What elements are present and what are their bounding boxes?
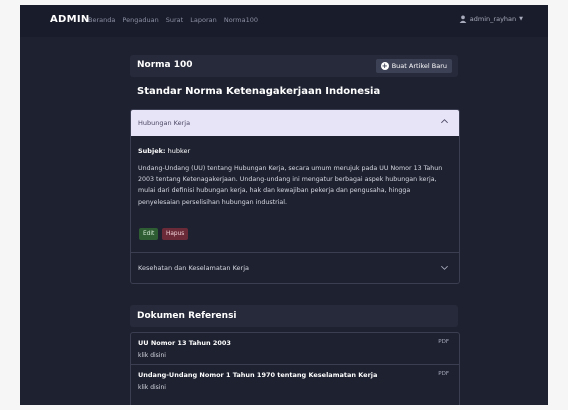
accordion-header-label: Hubungan Kerja bbox=[138, 119, 191, 127]
reference-link[interactable]: klik disini bbox=[138, 384, 166, 391]
references-header: Dokumen Referensi bbox=[130, 305, 458, 327]
section-title: Standar Norma Ketenagakerjaan Indonesia bbox=[137, 86, 381, 97]
accordion-header-k3[interactable]: Kesehatan dan Keselamatan Kerja bbox=[131, 253, 459, 283]
navbar: ADMIN Beranda Pengaduan Surat Laporan No… bbox=[20, 5, 548, 37]
app-screen: ADMIN Beranda Pengaduan Surat Laporan No… bbox=[20, 5, 548, 405]
nav-beranda[interactable]: Beranda bbox=[88, 16, 115, 24]
brand-logo[interactable]: ADMIN bbox=[50, 14, 90, 25]
user-menu[interactable]: admin_rayhan ▼ bbox=[459, 15, 523, 23]
reference-name: Undang-Undang Nomor 1 Tahun 1970 tentang… bbox=[138, 371, 378, 379]
accordion-header-label: Kesehatan dan Keselamatan Kerja bbox=[138, 264, 249, 272]
user-icon bbox=[459, 15, 467, 23]
reference-link[interactable]: klik disini bbox=[138, 352, 166, 359]
delete-button[interactable]: Hapus bbox=[162, 228, 189, 240]
accordion-body: Subjek: hubker Undang-Undang (UU) tentan… bbox=[131, 136, 459, 253]
article-description: Undang-Undang (UU) tentang Hubungan Kerj… bbox=[138, 165, 443, 206]
file-type-badge: PDF bbox=[438, 339, 449, 345]
create-article-button[interactable]: + Buat Artikel Baru bbox=[375, 59, 452, 73]
reference-item: Undang-Undang Nomor 1 Tahun 1970 tentang… bbox=[131, 364, 459, 396]
create-article-label: Buat Artikel Baru bbox=[391, 62, 447, 70]
references-title: Dokumen Referensi bbox=[137, 311, 237, 321]
references-list: UU Nomor 13 Tahun 2003 klik disini PDF U… bbox=[130, 332, 460, 405]
user-name: admin_rayhan bbox=[469, 15, 517, 23]
subject-value: hubker bbox=[167, 147, 191, 155]
subject-label: Subjek: bbox=[138, 147, 166, 155]
nav-pengaduan[interactable]: Pengaduan bbox=[122, 16, 158, 24]
chevron-down-icon bbox=[441, 265, 448, 270]
accordion: Hubungan Kerja Subjek: hubker Undang-Und… bbox=[130, 109, 460, 284]
chevron-up-icon bbox=[441, 119, 448, 124]
nav-norma100[interactable]: Norma100 bbox=[224, 16, 258, 24]
file-type-badge: PDF bbox=[438, 371, 449, 377]
nav-surat[interactable]: Surat bbox=[166, 16, 183, 24]
nav-links: Beranda Pengaduan Surat Laporan Norma100 bbox=[88, 16, 263, 24]
card-header: Norma 100 + Buat Artikel Baru bbox=[130, 55, 458, 77]
caret-down-icon: ▼ bbox=[519, 16, 523, 22]
edit-button[interactable]: Edit bbox=[139, 228, 159, 240]
page-title: Norma 100 bbox=[137, 60, 193, 70]
plus-icon: + bbox=[380, 62, 389, 70]
nav-laporan[interactable]: Laporan bbox=[190, 16, 216, 24]
subject-line: Subjek: hubker bbox=[138, 147, 190, 155]
reference-name: UU Nomor 13 Tahun 2003 bbox=[138, 339, 231, 347]
reference-item: UU Nomor 13 Tahun 2003 klik disini PDF bbox=[131, 333, 459, 364]
accordion-header-hubungan-kerja[interactable]: Hubungan Kerja bbox=[131, 110, 459, 136]
